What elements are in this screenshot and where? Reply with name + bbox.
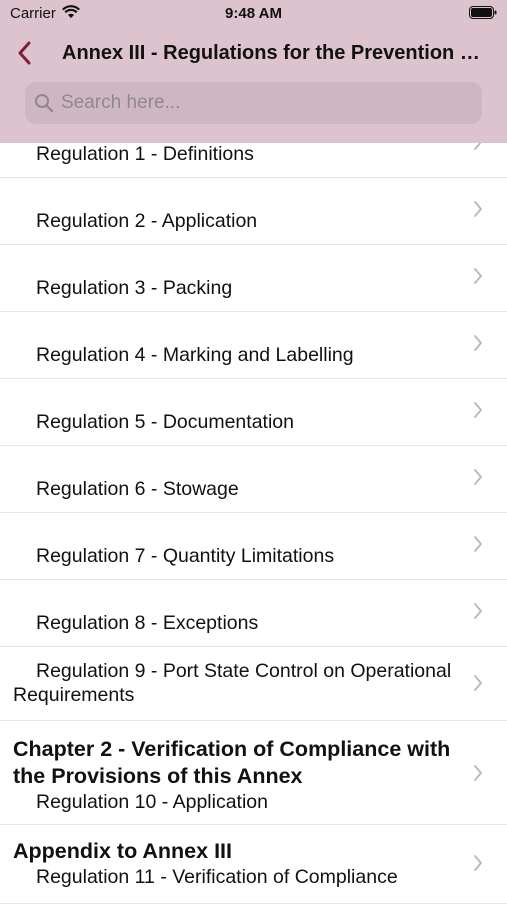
clock: 9:48 AM — [225, 5, 282, 22]
chevron-right-icon — [474, 268, 482, 284]
list-item[interactable]: Regulation 7 - Quantity Limitations — [0, 513, 507, 580]
list-item[interactable]: Regulation 3 - Packing — [0, 245, 507, 312]
navigation-header: Carrier 9:48 AM Annex III - Regulations … — [0, 0, 507, 143]
list-item-label: Regulation 4 - Marking and Labelling — [36, 344, 354, 366]
chevron-right-icon — [474, 675, 482, 691]
battery-icon — [469, 6, 497, 19]
list-item-label: Regulation 10 - Application — [36, 791, 268, 813]
list-item-label: Regulation 2 - Application — [36, 210, 258, 232]
chevron-right-icon — [474, 335, 482, 351]
list-item[interactable]: Regulation 2 - Application — [0, 178, 507, 245]
appendix-section[interactable]: Appendix to Annex III Regulation 11 - Ve… — [0, 825, 507, 904]
chevron-right-icon — [474, 603, 482, 619]
search-icon — [35, 94, 54, 113]
list-item[interactable]: Regulation 4 - Marking and Labelling — [0, 312, 507, 379]
chevron-right-icon — [474, 855, 482, 871]
search-bar[interactable] — [25, 82, 482, 124]
list-item[interactable]: Regulation 8 - Exceptions — [0, 580, 507, 647]
chevron-right-icon — [474, 536, 482, 552]
list-item-label: Regulation 7 - Quantity Limitations — [36, 545, 335, 567]
list-item[interactable]: Regulation 5 - Documentation — [0, 379, 507, 446]
list-item[interactable]: Regulation 6 - Stowage — [0, 446, 507, 513]
chapter-heading: Chapter 2 - Verification of Compliance w… — [13, 737, 451, 788]
chevron-right-icon — [474, 201, 482, 217]
list-item-label: Regulation 6 - Stowage — [36, 478, 239, 500]
search-input[interactable] — [61, 82, 471, 124]
nav-bar: Annex III - Regulations for the Preventi… — [0, 36, 507, 72]
regulation-list: Regulation 1 - Definitions Regulation 2 … — [0, 111, 507, 904]
list-item-label: Regulation 8 - Exceptions — [36, 612, 259, 634]
list-item-label: Regulation 9 - Port State Control on Ope… — [13, 660, 452, 706]
chevron-right-icon — [474, 765, 482, 781]
list-item[interactable]: Regulation 9 - Port State Control on Ope… — [0, 647, 507, 721]
list-item-label: Regulation 1 - Definitions — [36, 143, 254, 165]
list-item-label: Regulation 11 - Verification of Complian… — [36, 866, 398, 888]
chevron-right-icon — [474, 469, 482, 485]
appendix-heading: Appendix to Annex III — [13, 839, 232, 863]
back-chevron-icon[interactable] — [14, 38, 36, 68]
status-bar: Carrier 9:48 AM — [0, 0, 507, 28]
list-item-label: Regulation 3 - Packing — [36, 277, 233, 299]
chapter-section[interactable]: Chapter 2 - Verification of Compliance w… — [0, 721, 507, 825]
page-title: Annex III - Regulations for the Preventi… — [62, 42, 492, 64]
list-item-label: Regulation 5 - Documentation — [36, 411, 294, 433]
chevron-right-icon — [474, 402, 482, 418]
